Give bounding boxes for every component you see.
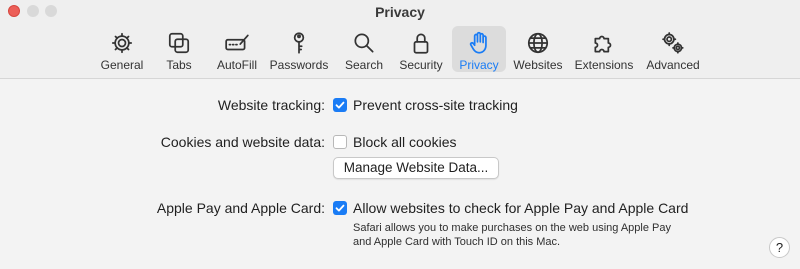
key-icon (285, 29, 313, 57)
search-icon (350, 29, 378, 57)
tab-extensions[interactable]: Extensions (572, 26, 636, 72)
puzzle-icon (590, 29, 618, 57)
title-bar: Privacy General Tabs AutoFill Passwords … (0, 0, 800, 79)
globe-icon (524, 29, 552, 57)
lock-icon (407, 29, 435, 57)
tab-search[interactable]: Search (342, 26, 386, 72)
tab-tabs[interactable]: Tabs (158, 26, 200, 72)
tab-general[interactable]: General (98, 26, 146, 72)
prevent-tracking-label[interactable]: Prevent cross-site tracking (353, 97, 518, 113)
hand-icon (465, 29, 493, 57)
manage-website-data-button[interactable]: Manage Website Data... (333, 157, 499, 179)
tab-label: Tabs (166, 58, 192, 72)
tab-label: Security (399, 58, 443, 72)
tab-label: Passwords (269, 58, 329, 72)
cookies-label: Cookies and website data: (160, 134, 325, 150)
tab-autofill[interactable]: AutoFill (212, 26, 262, 72)
tab-security[interactable]: Security (396, 26, 446, 72)
tab-passwords[interactable]: Passwords (268, 26, 330, 72)
gears-icon (659, 29, 687, 57)
tab-advanced[interactable]: Advanced (644, 26, 702, 72)
tab-privacy[interactable]: Privacy (452, 26, 506, 72)
preferences-toolbar: General Tabs AutoFill Passwords Search S… (0, 26, 800, 74)
tab-label: General (100, 58, 144, 72)
tab-websites[interactable]: Websites (512, 26, 564, 72)
checkmark-icon (335, 101, 345, 109)
tab-label: Search (344, 58, 384, 72)
window-title: Privacy (375, 4, 425, 20)
prevent-tracking-checkbox[interactable] (333, 98, 347, 112)
apple-pay-label: Apple Pay and Apple Card: (156, 200, 325, 216)
tab-label: Extensions (574, 58, 634, 72)
block-cookies-checkbox[interactable] (333, 135, 347, 149)
apple-pay-checkbox[interactable] (333, 201, 347, 215)
tabs-icon (165, 29, 193, 57)
apple-pay-description-line1: Safari allows you to make purchases on t… (353, 222, 671, 234)
tab-label: Advanced (646, 58, 700, 72)
website-tracking-label: Website tracking: (217, 97, 325, 113)
tab-label: Privacy (459, 58, 499, 72)
tab-label: AutoFill (216, 58, 257, 72)
block-cookies-label[interactable]: Block all cookies (353, 134, 457, 150)
help-button[interactable]: ? (769, 237, 790, 258)
apple-pay-option-label[interactable]: Allow websites to check for Apple Pay an… (353, 200, 688, 216)
gear-icon (108, 29, 136, 57)
checkmark-icon (335, 204, 345, 212)
tab-label: Websites (513, 58, 563, 72)
apple-pay-description-line2: and Apple Card with Touch ID on this Mac… (353, 236, 561, 248)
autofill-icon (223, 29, 251, 57)
